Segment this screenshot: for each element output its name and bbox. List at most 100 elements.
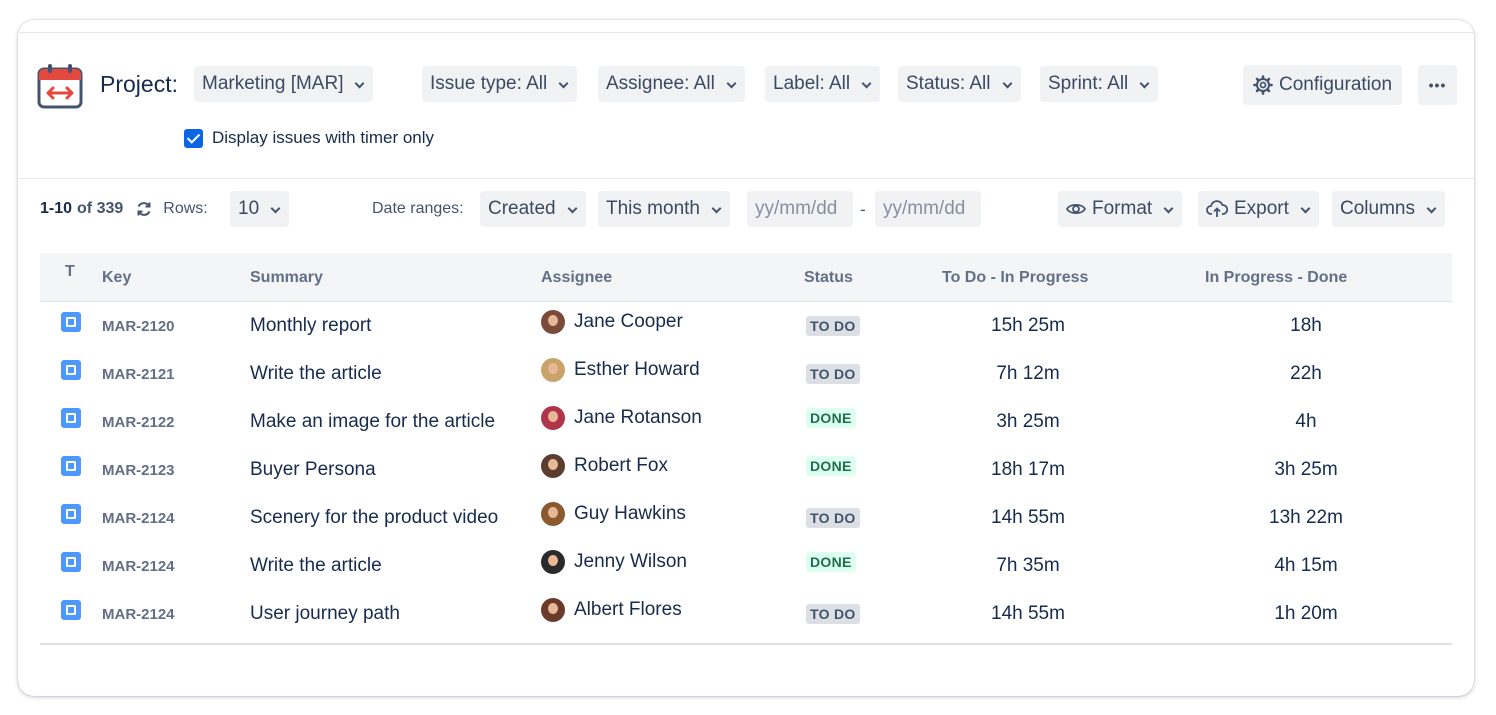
filter-bar: Project: Marketing [MAR] Issue type: All… [18, 32, 1474, 179]
more-actions-button[interactable]: ••• [1418, 65, 1457, 105]
date-field-value: Created [488, 198, 556, 219]
status-cell: TO DO [806, 590, 860, 638]
task-icon [61, 600, 81, 620]
rows-per-page-value: 10 [238, 198, 260, 219]
issue-summary[interactable]: Scenery for the product video [250, 494, 498, 542]
status-dropdown-label: Status: All [906, 73, 991, 94]
configuration-label: Configuration [1279, 74, 1393, 95]
issue-key[interactable]: MAR-2124 [102, 494, 175, 542]
chevron-down-icon [271, 205, 279, 213]
issue-key[interactable]: MAR-2122 [102, 398, 175, 446]
table-row[interactable]: MAR-2124 Write the article Jenny Wilson … [40, 542, 1452, 590]
time-in-status-panel: Project: Marketing [MAR] Issue type: All… [18, 20, 1474, 696]
issue-summary[interactable]: Write the article [250, 542, 382, 590]
table-row[interactable]: MAR-2120 Monthly report Jane Cooper TO D… [40, 302, 1452, 350]
issue-key[interactable]: MAR-2121 [102, 350, 175, 398]
issue-key[interactable]: MAR-2124 [102, 542, 175, 590]
issue-summary[interactable]: Monthly report [250, 302, 371, 350]
todo-inprogress-time: 14h 55m [991, 603, 1065, 624]
avatar [541, 502, 565, 526]
date-to-placeholder: yy/mm/dd [883, 198, 966, 219]
columns-label: Columns [1340, 198, 1415, 219]
table-row[interactable]: MAR-2121 Write the article Esther Howard… [40, 350, 1452, 398]
todo-inprogress-time: 3h 25m [996, 411, 1060, 432]
issue-summary[interactable]: User journey path [250, 590, 400, 638]
issue-key[interactable]: MAR-2123 [102, 446, 175, 494]
table-row[interactable]: MAR-2122 Make an image for the article J… [40, 398, 1452, 446]
inprogress-done-time: 4h [1295, 411, 1317, 432]
task-icon [61, 552, 81, 572]
table-row[interactable]: MAR-2123 Buyer Persona Robert Fox DONE 1… [40, 446, 1452, 494]
task-icon [61, 408, 81, 428]
inprogress-done-time: 13h 22m [1269, 507, 1343, 528]
label-dropdown[interactable]: Label: All [765, 66, 881, 102]
date-from-input[interactable]: yy/mm/dd [747, 191, 853, 227]
issue-type-dropdown[interactable]: Issue type: All [422, 66, 578, 102]
assignee-cell: Albert Flores [541, 586, 682, 634]
header-assignee[interactable]: Assignee [541, 253, 612, 302]
assignee-cell: Jane Cooper [541, 298, 683, 346]
status-cell: DONE [806, 538, 856, 586]
issue-type-cell [61, 298, 81, 346]
calendar-timer-icon [37, 64, 83, 109]
table-row[interactable]: MAR-2124 Scenery for the product video G… [40, 494, 1452, 542]
assignee-dropdown[interactable]: Assignee: All [598, 66, 745, 102]
cloud-upload-icon [1206, 200, 1228, 217]
chevron-down-icon [712, 205, 720, 213]
label-dropdown-label: Label: All [773, 73, 851, 94]
issue-key[interactable]: MAR-2120 [102, 302, 175, 350]
status-badge: DONE [806, 408, 856, 428]
date-from-placeholder: yy/mm/dd [755, 198, 838, 219]
sprint-dropdown-label: Sprint: All [1048, 73, 1129, 94]
status-dropdown[interactable]: Status: All [898, 66, 1021, 102]
issue-type-cell [61, 442, 81, 490]
inprogress-done-time: 4h 15m [1274, 555, 1338, 576]
issue-summary[interactable]: Make an image for the article [250, 398, 495, 446]
status-badge: DONE [806, 456, 856, 476]
assignee-cell: Jenny Wilson [541, 538, 687, 586]
assignee-name: Esther Howard [574, 359, 700, 380]
export-label: Export [1234, 198, 1289, 219]
status-badge: TO DO [806, 316, 860, 336]
chevron-down-icon [1301, 205, 1309, 213]
table-row[interactable]: MAR-2124 User journey path Albert Flores… [40, 590, 1452, 638]
configuration-button[interactable]: Configuration [1243, 65, 1403, 105]
date-period-select[interactable]: This month [598, 191, 730, 227]
gear-icon [1253, 75, 1273, 95]
timer-only-label: Display issues with timer only [212, 128, 435, 147]
assignee-name: Jenny Wilson [574, 551, 687, 572]
issue-key[interactable]: MAR-2124 [102, 590, 175, 638]
issue-type-cell [61, 490, 81, 538]
total-count: of 339 [77, 200, 124, 217]
eye-icon [1066, 203, 1086, 215]
todo-inprogress-time: 18h 17m [991, 459, 1065, 480]
header-status[interactable]: Status [804, 253, 853, 302]
date-field-select[interactable]: Created [480, 191, 586, 227]
header-todo-inprogress[interactable]: To Do - In Progress [942, 253, 1088, 302]
header-type[interactable]: T [65, 247, 75, 296]
status-badge: DONE [806, 552, 856, 572]
assignee-cell: Jane Rotanson [541, 394, 702, 442]
project-dropdown[interactable]: Marketing [MAR] [194, 66, 374, 102]
more-icon: ••• [1428, 77, 1447, 93]
header-summary[interactable]: Summary [250, 253, 323, 302]
format-button[interactable]: Format [1058, 191, 1183, 227]
timer-only-checkbox[interactable] [184, 128, 203, 148]
columns-button[interactable]: Columns [1332, 191, 1445, 227]
header-inprogress-done[interactable]: In Progress - Done [1205, 253, 1347, 302]
date-to-input[interactable]: yy/mm/dd [875, 191, 981, 227]
chevron-down-icon [862, 80, 870, 88]
issue-summary[interactable]: Write the article [250, 350, 382, 398]
export-button[interactable]: Export [1198, 191, 1319, 227]
refresh-icon[interactable] [135, 200, 153, 218]
status-badge: TO DO [806, 604, 860, 624]
issue-summary[interactable]: Buyer Persona [250, 446, 376, 494]
header-key[interactable]: Key [102, 253, 131, 302]
status-cell: TO DO [806, 302, 860, 350]
avatar [541, 310, 565, 334]
timer-only-toggle[interactable]: Display issues with timer only [184, 128, 434, 148]
status-badge: TO DO [806, 508, 860, 528]
assignee-cell: Robert Fox [541, 442, 668, 490]
sprint-dropdown[interactable]: Sprint: All [1040, 66, 1159, 102]
rows-per-page-select[interactable]: 10 [230, 191, 290, 227]
